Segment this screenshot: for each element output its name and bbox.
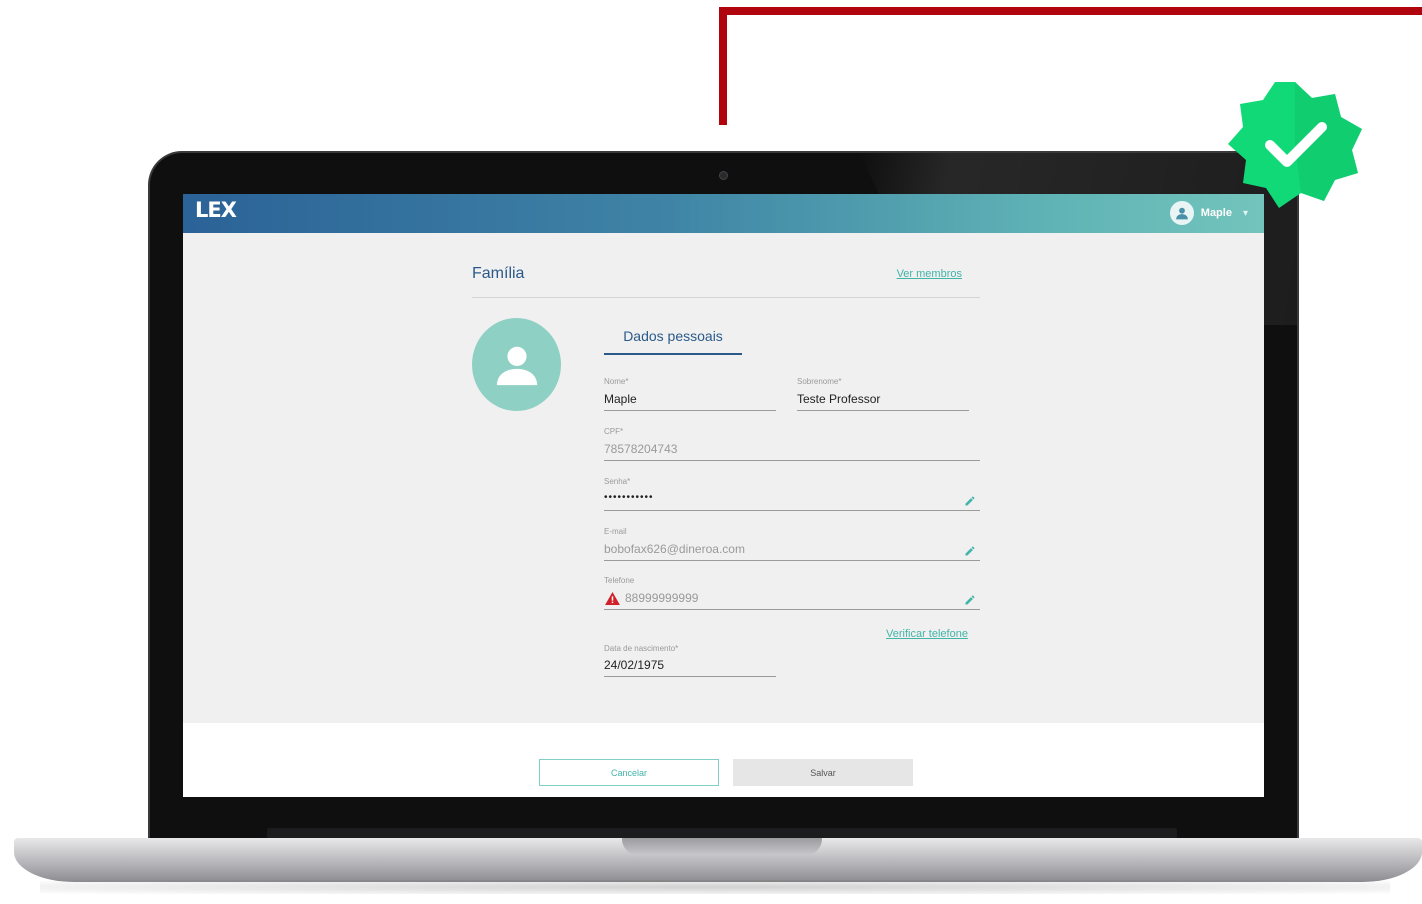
telefone-label: Telefone xyxy=(604,576,635,585)
verified-badge-icon xyxy=(1228,82,1362,208)
app-logo[interactable]: LEX xyxy=(195,198,237,222)
red-connector-horizontal xyxy=(719,7,1422,15)
marketing-stage: LEX Maple ▾ Família Ver membros Dados pe… xyxy=(0,0,1422,904)
email-underline xyxy=(604,560,980,561)
camera-icon xyxy=(719,171,728,180)
view-members-link[interactable]: Ver membros xyxy=(897,268,962,280)
tab-personal-data[interactable]: Dados pessoais xyxy=(604,327,742,355)
verify-phone-link[interactable]: Verificar telefone xyxy=(886,628,968,640)
telefone-underline xyxy=(604,609,980,610)
sobrenome-field[interactable]: Teste Professor xyxy=(797,392,880,406)
user-name: Maple xyxy=(1200,207,1232,219)
senha-label: Senha* xyxy=(604,477,631,486)
save-button[interactable]: Salvar xyxy=(733,759,913,786)
nome-underline xyxy=(604,410,776,411)
senha-field: ••••••••••• xyxy=(604,492,654,503)
cpf-field: 78578204743 xyxy=(604,442,678,456)
email-field: bobofax626@dineroa.com xyxy=(604,542,745,556)
nascimento-label: Data de nascimento* xyxy=(604,644,679,653)
title-divider xyxy=(472,297,980,298)
app-screen: LEX Maple ▾ Família Ver membros Dados pe… xyxy=(183,194,1264,797)
sobrenome-underline xyxy=(797,410,969,411)
profile-avatar[interactable] xyxy=(472,318,561,411)
pencil-icon[interactable] xyxy=(964,545,976,557)
laptop-shadow xyxy=(40,880,1390,894)
laptop-notch xyxy=(622,838,822,855)
user-icon xyxy=(1169,201,1194,225)
cpf-underline xyxy=(604,460,980,461)
form-footer xyxy=(183,723,1264,797)
warning-icon xyxy=(605,592,620,605)
cancel-button[interactable]: Cancelar xyxy=(539,759,719,786)
pencil-icon[interactable] xyxy=(964,495,976,507)
user-icon xyxy=(496,346,537,385)
app-header: LEX Maple ▾ xyxy=(183,194,1264,233)
chevron-down-icon: ▾ xyxy=(1242,207,1248,219)
cpf-label: CPF* xyxy=(604,427,624,436)
nascimento-underline xyxy=(604,676,776,677)
sobrenome-label: Sobrenome* xyxy=(797,377,842,386)
page-title: Família xyxy=(472,265,525,282)
telefone-field: 88999999999 xyxy=(625,591,699,605)
nascimento-field[interactable]: 24/02/1975 xyxy=(604,658,664,672)
email-label: E-mail xyxy=(604,527,627,536)
senha-underline xyxy=(604,510,980,511)
pencil-icon[interactable] xyxy=(964,594,976,606)
nome-field[interactable]: Maple xyxy=(604,392,637,406)
nome-label: Nome* xyxy=(604,377,629,386)
red-connector-vertical xyxy=(719,7,727,125)
